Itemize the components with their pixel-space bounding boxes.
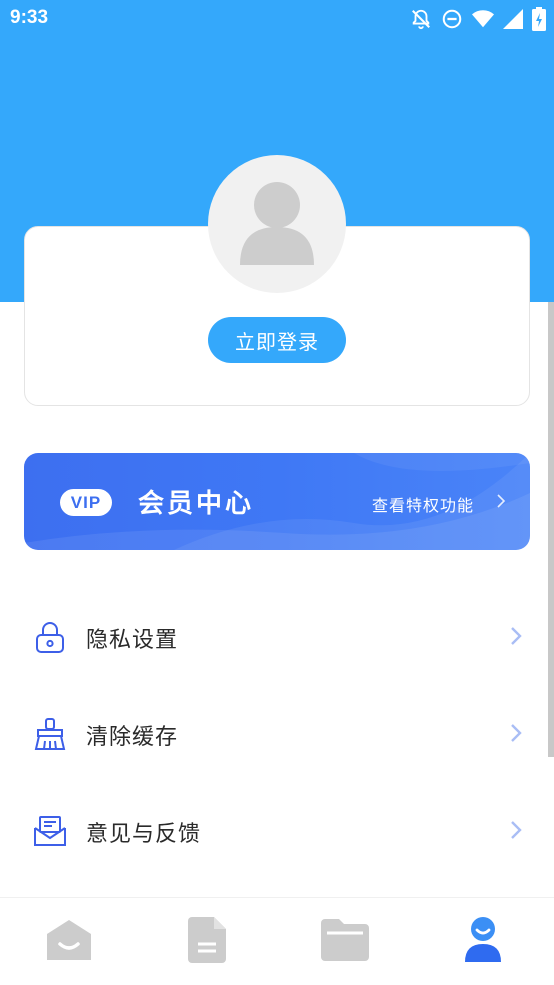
broom-icon [32,716,68,752]
folder-icon [321,919,369,965]
mail-icon [32,813,68,849]
document-icon [188,917,226,967]
menu-item-feedback[interactable]: 意见与反馈 [0,791,554,871]
bottom-nav [0,897,554,985]
user-avatar-icon[interactable] [208,155,346,293]
chevron-right-icon [509,722,523,748]
nav-tab-home[interactable] [0,898,138,985]
menu-item-privacy-settings[interactable]: 隐私设置 [0,597,554,677]
menu-label: 意见与反馈 [86,822,202,847]
status-icons [410,7,546,31]
status-bar: 9:33 [0,0,554,38]
notifications-off-icon [410,8,432,30]
profile-icon [463,916,503,968]
chevron-right-icon [496,493,506,513]
battery-charging-icon [532,7,546,31]
wifi-icon [472,9,494,29]
home-icon [45,918,93,966]
menu-item-clear-cache[interactable]: 清除缓存 [0,694,554,774]
lock-icon [32,619,68,655]
vip-title: 会员中心 [138,489,255,519]
do-not-disturb-icon [441,8,463,30]
chevron-right-icon [509,819,523,845]
login-button[interactable]: 立即登录 [208,317,346,363]
vip-banner[interactable]: VIP 会员中心 查看特权功能 [24,453,530,550]
nav-tab-profile[interactable] [414,898,552,985]
menu-label: 清除缓存 [86,725,179,750]
signal-icon [503,9,523,29]
vip-badge: VIP [60,489,112,516]
nav-tab-files[interactable] [276,898,414,985]
chevron-right-icon [509,625,523,651]
status-time: 9:33 [10,7,49,28]
menu-label: 隐私设置 [86,628,179,653]
nav-tab-documents[interactable] [138,898,276,985]
scrollbar[interactable] [548,302,554,757]
vip-privileges-link[interactable]: 查看特权功能 [372,492,474,516]
